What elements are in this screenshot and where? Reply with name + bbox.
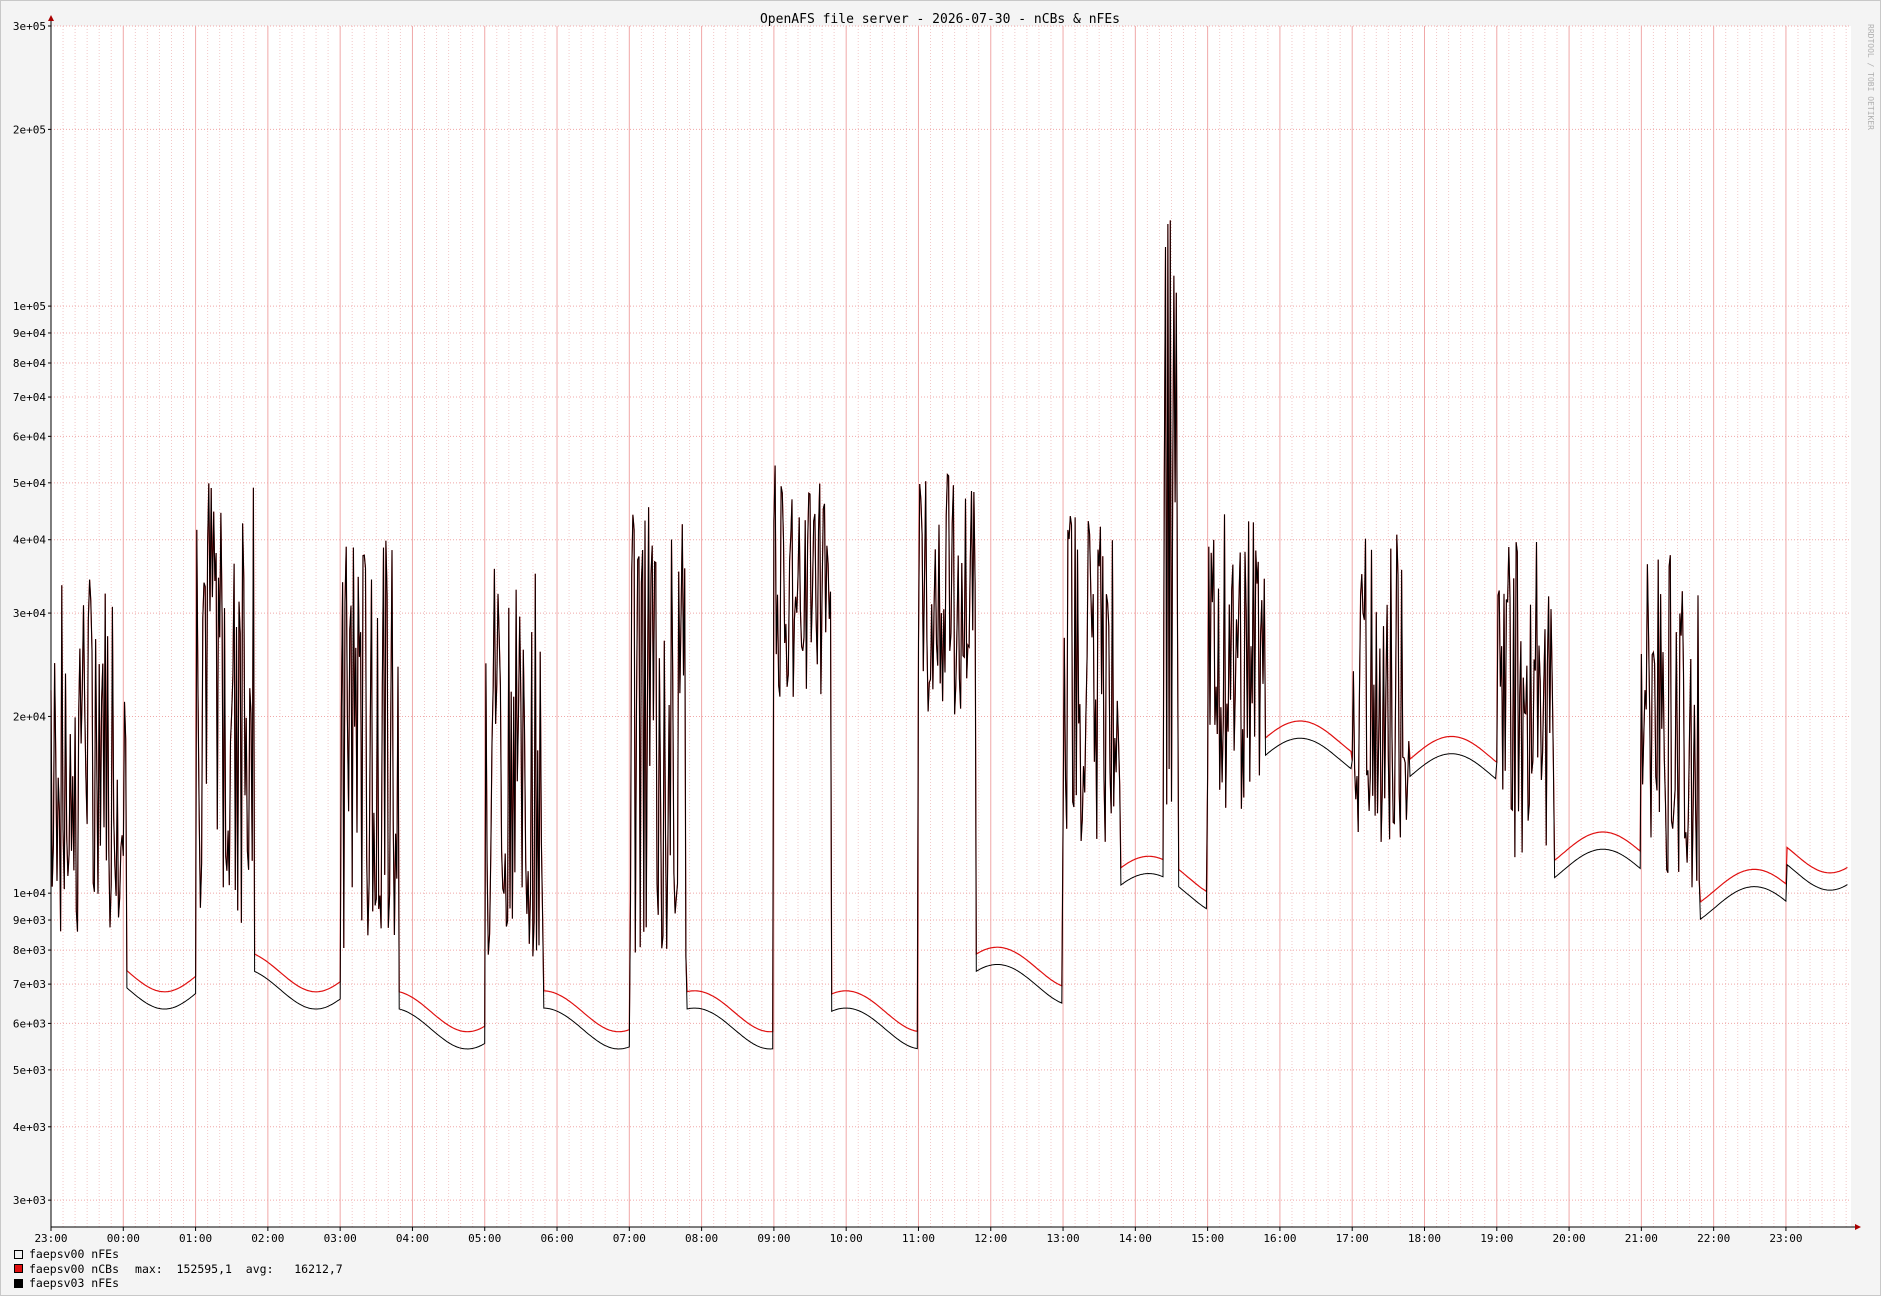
chart-title: OpenAFS file server - 2026-07-30 - nCBs … bbox=[760, 12, 1120, 27]
y-tick-label: 6e+03 bbox=[13, 1017, 46, 1030]
x-tick-label: 20:00 bbox=[1553, 1232, 1586, 1245]
y-tick-label: 1e+04 bbox=[13, 887, 46, 900]
x-tick-label: 10:00 bbox=[830, 1232, 863, 1245]
legend-item: faepsv00 nFEs bbox=[14, 1247, 343, 1262]
x-tick-label: 16:00 bbox=[1263, 1232, 1296, 1245]
x-tick-label: 23:00 bbox=[1769, 1232, 1802, 1245]
y-tick-label: 5e+04 bbox=[13, 477, 46, 490]
legend-swatch bbox=[14, 1264, 23, 1274]
x-tick-label: 00:00 bbox=[107, 1232, 140, 1245]
y-tick-label: 3e+04 bbox=[13, 607, 46, 620]
y-tick-label: 4e+03 bbox=[13, 1121, 46, 1134]
y-tick-label: 7e+04 bbox=[13, 391, 46, 404]
x-axis-ticks: 23:00 00:00 01:00 02:00 03:00 04:00 05:00 06:00… bbox=[34, 1227, 1803, 1245]
x-tick-label: 05:00 bbox=[468, 1232, 501, 1245]
y-tick-label: 2e+05 bbox=[13, 123, 46, 136]
legend-stats: max: 152595,1 avg: 16212,7 bbox=[135, 1261, 343, 1276]
legend-item: faepsv03 nFEs bbox=[14, 1276, 343, 1291]
y-tick-label: 8e+03 bbox=[13, 944, 46, 957]
legend: faepsv00 nFEs faepsv00 nCBs max: 152595,… bbox=[14, 1247, 343, 1291]
x-tick-label: 08:00 bbox=[685, 1232, 718, 1245]
x-tick-label: 21:00 bbox=[1625, 1232, 1658, 1245]
chart: OpenAFS file server - 2026-07-30 - nCBs … bbox=[13, 12, 1875, 1245]
x-tick-label: 15:00 bbox=[1191, 1232, 1224, 1245]
y-tick-label: 2e+04 bbox=[13, 710, 46, 723]
x-tick-label: 04:00 bbox=[396, 1232, 429, 1245]
legend-swatch bbox=[14, 1249, 23, 1259]
y-tick-label: 9e+04 bbox=[13, 327, 46, 340]
x-tick-label: 17:00 bbox=[1336, 1232, 1369, 1245]
y-tick-label: 6e+04 bbox=[13, 430, 46, 443]
y-axis-ticks: 3e+05 2e+05 1e+05 9e+04 8e+04 7e+04 6e+04 5e+04… bbox=[13, 20, 51, 1207]
x-tick-label: 13:00 bbox=[1046, 1232, 1079, 1245]
y-tick-label: 4e+04 bbox=[13, 534, 46, 547]
y-tick-label: 3e+05 bbox=[13, 20, 46, 33]
y-axis-arrow bbox=[48, 15, 54, 21]
legend-item: faepsv00 nCBs max: 152595,1 avg: 16212,7 bbox=[14, 1262, 343, 1277]
y-tick-label: 3e+03 bbox=[13, 1194, 46, 1207]
x-tick-label: 18:00 bbox=[1408, 1232, 1441, 1245]
x-tick-label: 03:00 bbox=[324, 1232, 357, 1245]
y-tick-label: 5e+03 bbox=[13, 1064, 46, 1077]
x-axis-arrow bbox=[1855, 1224, 1861, 1230]
y-tick-label: 9e+03 bbox=[13, 914, 46, 927]
x-tick-label: 06:00 bbox=[540, 1232, 573, 1245]
y-tick-label: 7e+03 bbox=[13, 978, 46, 991]
x-tick-label: 11:00 bbox=[902, 1232, 935, 1245]
legend-label: faepsv03 nFEs bbox=[29, 1276, 120, 1291]
legend-swatch bbox=[14, 1278, 23, 1288]
y-tick-label: 8e+04 bbox=[13, 357, 46, 370]
legend-label: faepsv00 nCBs bbox=[29, 1261, 120, 1276]
x-tick-label: 01:00 bbox=[179, 1232, 212, 1245]
legend-label: faepsv00 nFEs bbox=[29, 1247, 120, 1262]
x-tick-label: 02:00 bbox=[251, 1232, 284, 1245]
y-tick-label: 1e+05 bbox=[13, 300, 46, 313]
x-tick-label: 07:00 bbox=[613, 1232, 646, 1245]
watermark: RRDTOOL / TOBI OETIKER bbox=[1866, 24, 1875, 130]
x-tick-label: 23:00 bbox=[34, 1232, 67, 1245]
x-tick-label: 22:00 bbox=[1697, 1232, 1730, 1245]
x-tick-label: 09:00 bbox=[757, 1232, 790, 1245]
x-tick-label: 14:00 bbox=[1119, 1232, 1152, 1245]
x-tick-label: 19:00 bbox=[1480, 1232, 1513, 1245]
x-tick-label: 12:00 bbox=[974, 1232, 1007, 1245]
